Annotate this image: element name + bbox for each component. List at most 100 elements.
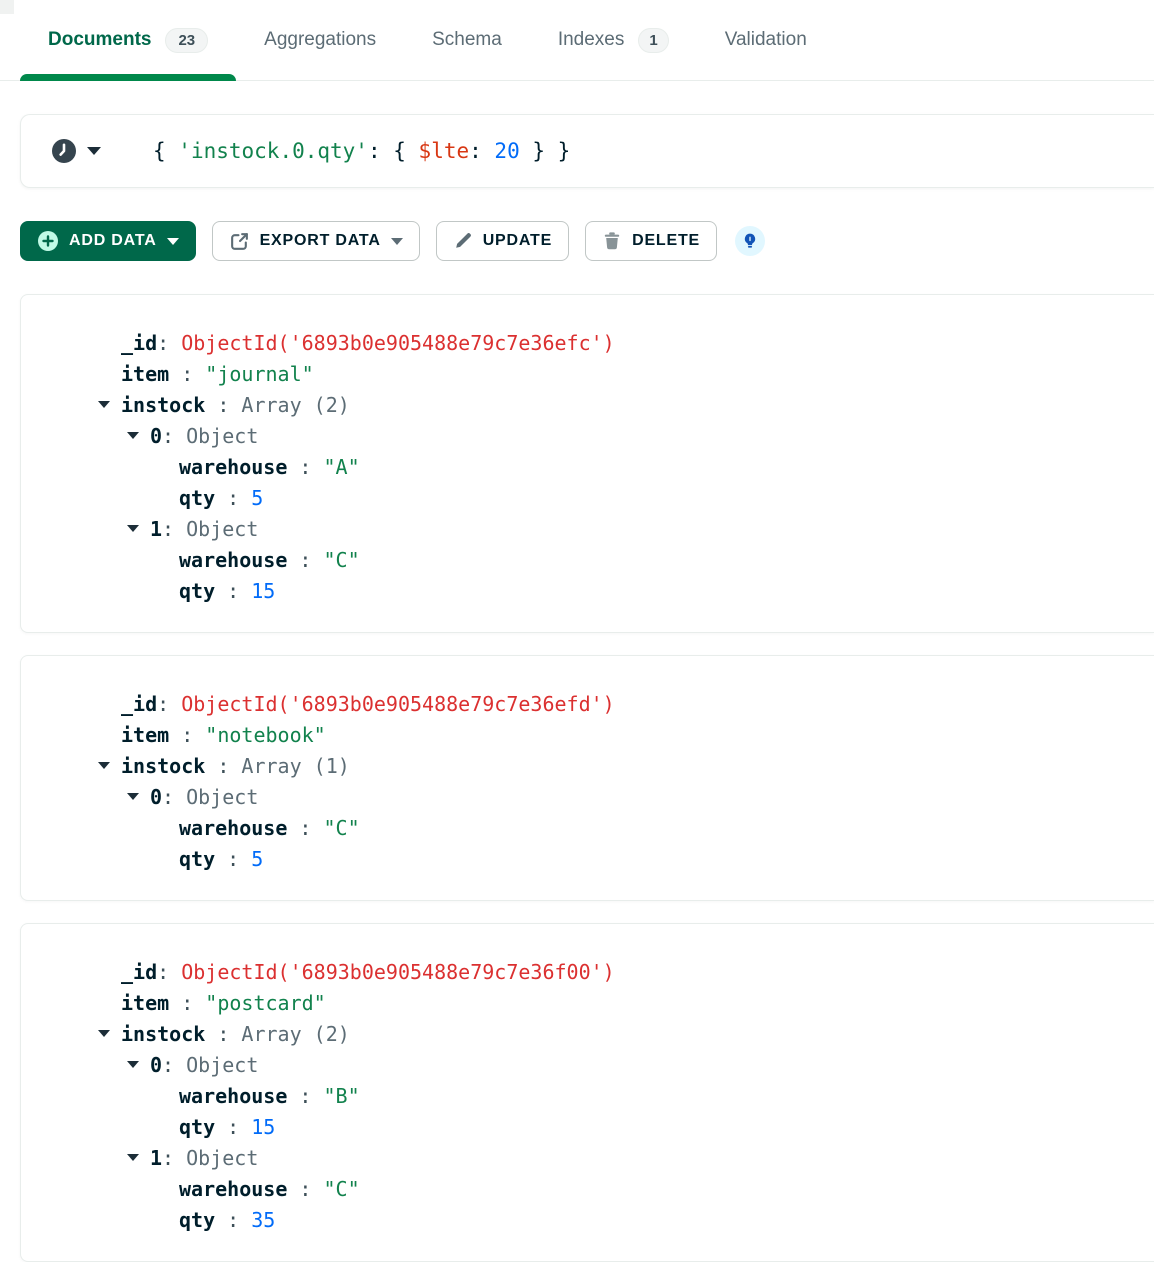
export-data-button[interactable]: EXPORT DATA — [212, 221, 420, 261]
document-field-row: instock : Array (2) — [21, 389, 1154, 420]
field-key: warehouse — [179, 1177, 287, 1201]
document-list: _id: ObjectId('6893b0e905488e79c7e36efc'… — [0, 294, 1154, 1262]
collapse-caret-icon[interactable] — [127, 525, 139, 532]
field-key: qty — [179, 1115, 215, 1139]
document-field-row: qty : 5 — [21, 843, 1154, 874]
field-separator: : — [215, 1115, 251, 1139]
field-key: warehouse — [179, 1084, 287, 1108]
document-field-row: 0: Object — [21, 781, 1154, 812]
field-value: Array (2) — [241, 1022, 349, 1046]
query-token: $lte — [419, 139, 470, 163]
indexes-count-badge: 1 — [638, 28, 668, 53]
field-key: 0 — [150, 785, 162, 809]
field-separator: : — [205, 754, 241, 778]
add-data-button[interactable]: ADD DATA — [20, 221, 196, 261]
chevron-down-icon — [167, 238, 179, 245]
field-separator: : — [215, 1208, 251, 1232]
query-token: 'instock.0.qty' — [178, 139, 368, 163]
query-token: 20 — [494, 139, 519, 163]
tab-validation[interactable]: Validation — [697, 0, 835, 80]
field-key: 1 — [150, 1146, 162, 1170]
tab-schema-label: Schema — [432, 29, 502, 51]
field-value: Array (1) — [241, 754, 349, 778]
field-separator: : — [287, 455, 323, 479]
field-value: "A" — [324, 455, 360, 479]
field-separator: : — [162, 424, 186, 448]
document-field-row: instock : Array (2) — [21, 1018, 1154, 1049]
delete-label: DELETE — [632, 232, 700, 250]
field-value: Object — [186, 1053, 258, 1077]
document-field-row: item : "postcard" — [21, 987, 1154, 1018]
query-bar: { 'instock.0.qty': { $lte: 20 } } — [20, 114, 1154, 188]
field-separator: : — [215, 847, 251, 871]
field-value: Object — [186, 1146, 258, 1170]
field-value: ObjectId('6893b0e905488e79c7e36f00') — [181, 960, 614, 984]
document-field-row: _id: ObjectId('6893b0e905488e79c7e36efc'… — [21, 327, 1154, 358]
update-label: UPDATE — [483, 232, 552, 250]
update-button[interactable]: UPDATE — [436, 221, 569, 261]
collapse-caret-icon[interactable] — [127, 432, 139, 439]
add-data-label: ADD DATA — [69, 232, 157, 250]
tab-schema[interactable]: Schema — [404, 0, 530, 80]
field-separator: : — [215, 486, 251, 510]
field-key: 0 — [150, 1053, 162, 1077]
field-value: Object — [186, 517, 258, 541]
field-key: _id — [121, 692, 157, 716]
document-field-row: 0: Object — [21, 420, 1154, 451]
field-separator: : — [162, 1146, 186, 1170]
field-value: "C" — [324, 1177, 360, 1201]
document-card: _id: ObjectId('6893b0e905488e79c7e36efd'… — [20, 655, 1154, 901]
field-separator: : — [169, 362, 205, 386]
field-value: 5 — [251, 486, 263, 510]
tab-indexes[interactable]: Indexes 1 — [530, 0, 697, 80]
query-token: } } — [520, 139, 571, 163]
field-value: "B" — [324, 1084, 360, 1108]
field-key: qty — [179, 579, 215, 603]
document-field-row: 1: Object — [21, 513, 1154, 544]
collapse-caret-icon[interactable] — [127, 1061, 139, 1068]
field-key: qty — [179, 847, 215, 871]
field-value: "journal" — [205, 362, 313, 386]
field-key: instock — [121, 1022, 205, 1046]
query-input[interactable]: { 'instock.0.qty': { $lte: 20 } } — [153, 139, 570, 163]
field-value: 35 — [251, 1208, 275, 1232]
export-data-label: EXPORT DATA — [260, 232, 381, 250]
crud-toolbar: ADD DATA EXPORT DATA UPDATE — [20, 221, 1154, 261]
field-key: instock — [121, 393, 205, 417]
delete-button[interactable]: DELETE — [585, 221, 717, 261]
collapse-caret-icon[interactable] — [98, 1030, 110, 1037]
collapse-caret-icon[interactable] — [127, 793, 139, 800]
field-key: warehouse — [179, 455, 287, 479]
tab-documents[interactable]: Documents 23 — [20, 0, 236, 80]
collection-tab-bar: Documents 23 Aggregations Schema Indexes… — [0, 0, 1154, 81]
field-key: qty — [179, 1208, 215, 1232]
tab-aggregations-label: Aggregations — [264, 29, 376, 51]
document-field-row: qty : 15 — [21, 575, 1154, 606]
document-field-row: qty : 15 — [21, 1111, 1154, 1142]
collapse-caret-icon[interactable] — [98, 401, 110, 408]
query-history-button[interactable] — [51, 138, 101, 164]
trash-icon — [602, 231, 622, 251]
field-separator: : — [157, 331, 181, 355]
field-value: 15 — [251, 1115, 275, 1139]
collapse-caret-icon[interactable] — [127, 1154, 139, 1161]
field-value: Array (2) — [241, 393, 349, 417]
field-value: "C" — [324, 548, 360, 572]
document-field-row: _id: ObjectId('6893b0e905488e79c7e36efd'… — [21, 688, 1154, 719]
field-key: instock — [121, 754, 205, 778]
query-token: { — [393, 139, 418, 163]
document-field-row: warehouse : "B" — [21, 1080, 1154, 1111]
field-value: ObjectId('6893b0e905488e79c7e36efc') — [181, 331, 614, 355]
tab-aggregations[interactable]: Aggregations — [236, 0, 404, 80]
collapse-caret-icon[interactable] — [98, 762, 110, 769]
query-insights-button[interactable] — [735, 226, 765, 256]
field-separator: : — [162, 1053, 186, 1077]
query-token: { — [153, 139, 178, 163]
field-separator: : — [287, 1177, 323, 1201]
document-field-row: instock : Array (1) — [21, 750, 1154, 781]
document-card: _id: ObjectId('6893b0e905488e79c7e36efc'… — [20, 294, 1154, 633]
field-separator: : — [287, 816, 323, 840]
field-separator: : — [157, 960, 181, 984]
query-token: : — [469, 139, 494, 163]
field-separator: : — [287, 1084, 323, 1108]
